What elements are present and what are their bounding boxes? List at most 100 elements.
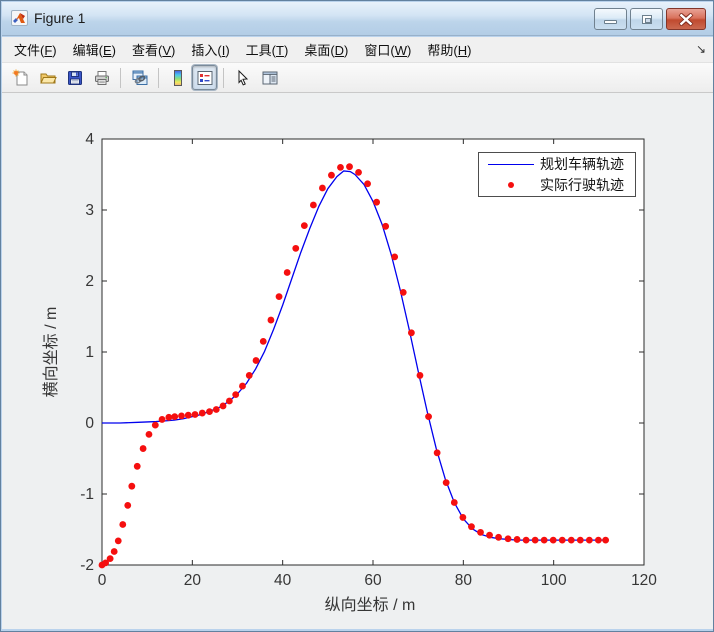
menu-item-e[interactable]: 编辑(E) xyxy=(65,36,124,63)
actual-trajectory-point xyxy=(124,501,132,509)
actual-trajectory-point xyxy=(433,449,441,457)
actual-trajectory-point xyxy=(106,555,114,563)
new-figure-button[interactable] xyxy=(8,65,33,90)
legend-label: 实际行驶轨迹 xyxy=(540,177,624,193)
edit-plot-arrow-icon xyxy=(238,69,248,86)
actual-trajectory-point xyxy=(245,372,253,379)
plot-tools-button[interactable] xyxy=(257,65,282,90)
actual-trajectory-point xyxy=(477,528,484,536)
y-tick-label: 0 xyxy=(85,415,94,432)
actual-trajectory-point xyxy=(259,337,267,345)
x-tick-label: 80 xyxy=(455,572,473,589)
open-folder-icon xyxy=(39,73,57,83)
x-tick-label: 0 xyxy=(98,572,107,589)
actual-trajectory-point xyxy=(504,535,512,543)
actual-trajectory-point xyxy=(486,531,493,539)
minimize-icon xyxy=(604,20,617,24)
actual-trajectory-point xyxy=(165,413,173,421)
menu-item-f[interactable]: 文件(F) xyxy=(6,36,65,63)
figure-toolbar xyxy=(2,63,713,93)
actual-trajectory-point xyxy=(292,244,300,252)
insert-colorbar-button[interactable] xyxy=(165,65,190,90)
actual-trajectory-point xyxy=(585,536,593,544)
colorbar-icon xyxy=(173,69,182,86)
actual-trajectory-point xyxy=(191,411,199,418)
link-plot-button[interactable] xyxy=(127,65,152,90)
y-tick-label: -1 xyxy=(80,486,94,503)
actual-trajectory-point xyxy=(522,536,530,544)
actual-trajectory-point xyxy=(252,357,260,364)
figure-window: Figure 1 文件(F) 编辑(E) 查看(V) 插入(I) 工具(T) 桌面(D) 窗… xyxy=(0,0,714,632)
actual-trajectory-point xyxy=(540,536,548,544)
save-figure-button[interactable] xyxy=(62,65,87,90)
actual-trajectory-point xyxy=(567,536,575,544)
legend-entry: 实际行驶轨迹 xyxy=(479,175,635,195)
save-icon xyxy=(67,70,82,85)
y-axis-label: 横向坐标 / m xyxy=(42,307,60,398)
actual-trajectory-point xyxy=(450,499,458,506)
legend-dot-sample xyxy=(488,182,534,188)
restore-button[interactable] xyxy=(630,8,663,30)
menu-item-v[interactable]: 查看(V) xyxy=(124,36,183,63)
actual-trajectory-point xyxy=(495,533,502,541)
menu-item-t[interactable]: 工具(T) xyxy=(238,36,297,63)
actual-trajectory-point xyxy=(158,416,166,423)
y-tick-label: 2 xyxy=(85,273,94,290)
edit-plot-button[interactable] xyxy=(230,65,255,90)
actual-trajectory-point xyxy=(133,462,141,470)
legend-line-sample xyxy=(488,163,534,165)
menu-item-d[interactable]: 桌面(D) xyxy=(296,36,356,63)
y-tick-label: 3 xyxy=(85,202,94,219)
actual-trajectory-point xyxy=(145,430,153,438)
close-button[interactable] xyxy=(666,8,706,30)
actual-trajectory-point xyxy=(151,421,159,429)
toolbar-separator xyxy=(158,67,159,88)
plot-tools-icon xyxy=(262,71,277,85)
actual-trajectory-point xyxy=(178,412,185,420)
actual-trajectory-point xyxy=(355,168,362,176)
toolbar-separator xyxy=(223,67,224,88)
close-icon xyxy=(678,13,694,26)
figure-canvas: 0 20 40 60 80 100 120 -2 -1 0 1 2 3 4 纵向坐标 / m 横向坐标 / m… xyxy=(2,93,713,629)
actual-trajectory-point xyxy=(275,293,283,301)
actual-trajectory-point xyxy=(416,372,424,379)
matlab-logo-icon xyxy=(11,10,28,26)
minimize-button[interactable] xyxy=(594,8,627,30)
actual-trajectory-point xyxy=(531,536,539,544)
actual-trajectory-point xyxy=(171,413,179,421)
actual-trajectory-point xyxy=(399,288,407,296)
actual-trajectory-point xyxy=(468,523,475,531)
actual-trajectory-point xyxy=(382,222,390,230)
insert-legend-button[interactable] xyxy=(192,65,217,90)
actual-trajectory-point xyxy=(114,537,122,545)
actual-trajectory-point xyxy=(602,536,610,544)
y-tick-label: 1 xyxy=(85,344,94,361)
restore-icon xyxy=(642,15,652,24)
titlebar[interactable]: Figure 1 xyxy=(2,2,713,36)
actual-trajectory-point xyxy=(300,222,308,230)
actual-trajectory-point xyxy=(337,164,344,171)
menu-overflow-icon[interactable]: ↘ xyxy=(696,42,706,56)
actual-trajectory-point xyxy=(110,548,118,555)
y-tick-label: -2 xyxy=(80,557,94,574)
actual-trajectory-point xyxy=(576,536,584,544)
actual-trajectory-point xyxy=(198,409,206,417)
menu-item-w[interactable]: 窗口(W) xyxy=(356,36,419,63)
open-file-button[interactable] xyxy=(35,65,60,90)
actual-trajectory-point xyxy=(225,397,233,405)
y-tick-label: 4 xyxy=(85,131,94,148)
menu-item-i[interactable]: 插入(I) xyxy=(183,36,237,63)
actual-trajectory-point xyxy=(319,184,326,192)
legend[interactable]: 规划车辆轨迹 实际行驶轨迹 xyxy=(478,152,636,197)
toolbar-separator xyxy=(120,67,121,88)
print-figure-button[interactable] xyxy=(89,65,114,90)
actual-trajectory-point xyxy=(513,536,521,543)
actual-trajectory-point xyxy=(442,479,450,487)
actual-trajectory-point xyxy=(219,402,227,410)
actual-trajectory-point xyxy=(391,253,399,261)
legend-label: 规划车辆轨迹 xyxy=(540,156,624,172)
menu-item-h[interactable]: 帮助(H) xyxy=(419,36,479,63)
print-icon xyxy=(94,70,109,85)
actual-trajectory-point xyxy=(364,180,371,188)
x-tick-label: 60 xyxy=(364,572,382,589)
